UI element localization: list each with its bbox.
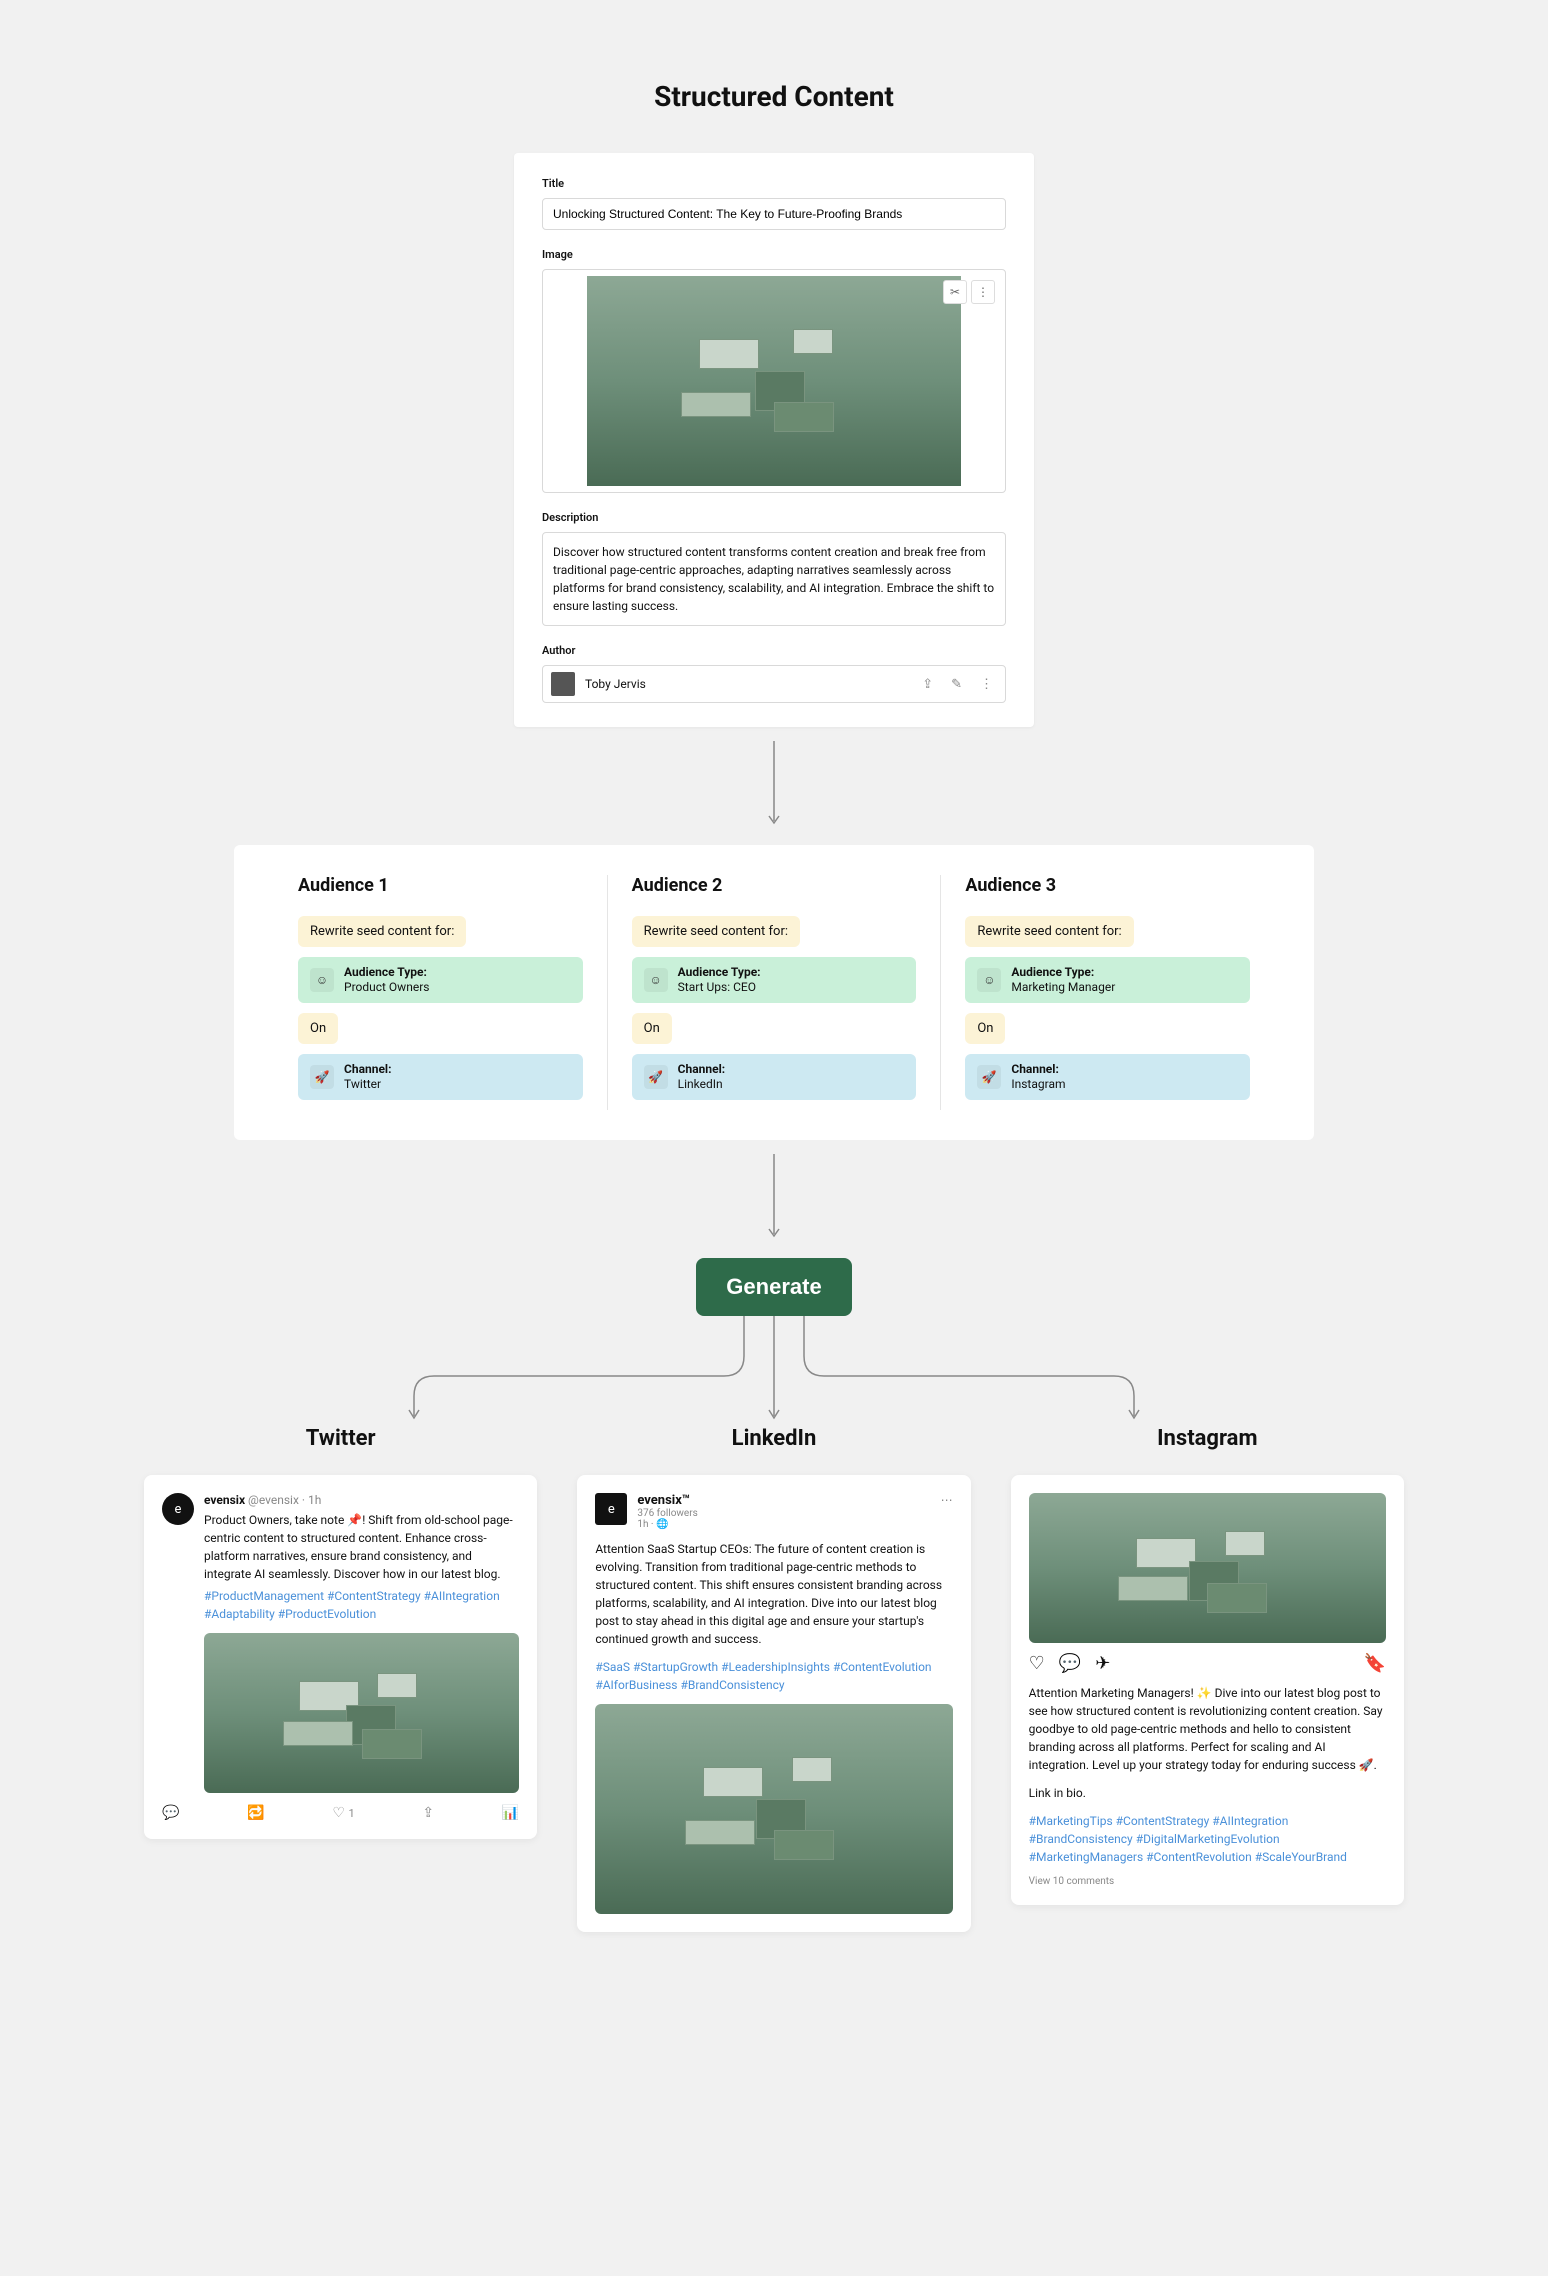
avatar: e (162, 1493, 194, 1525)
audience-col-3: Audience 3 Rewrite seed content for: ☺ A… (940, 875, 1274, 1110)
like-icon[interactable]: ♡ 1 (332, 1805, 354, 1821)
audience-heading: Audience 2 (632, 875, 917, 896)
edit-icon[interactable]: ✎ (947, 677, 966, 692)
page-title: Structured Content (654, 80, 894, 113)
outputs-row: Twitter e evensix @evensix · 1h Product … (144, 1426, 1404, 1932)
linkedin-image (595, 1704, 952, 1914)
rocket-icon: 🚀 (644, 1065, 668, 1089)
arrow-down-icon (767, 727, 781, 845)
twitter-image (204, 1633, 519, 1793)
user-icon: ☺ (310, 968, 334, 992)
linkedin-followers: 376 followers (637, 1508, 697, 1519)
audience-heading: Audience 1 (298, 875, 583, 896)
like-icon[interactable]: ♡ (1029, 1653, 1045, 1674)
hero-image (587, 276, 961, 486)
output-instagram: Instagram ♡ 💬 ✈ 🔖 Attention Marketing Ma… (1011, 1426, 1404, 1932)
twitter-body: Product Owners, take note 📌! Shift from … (204, 1511, 519, 1583)
rewrite-chip: Rewrite seed content for: (298, 916, 466, 947)
twitter-hashtags[interactable]: #ProductManagement #ContentStrategy #AII… (204, 1587, 519, 1623)
title-input[interactable] (542, 198, 1006, 230)
audience-type-chip[interactable]: ☺ Audience Type:Marketing Manager (965, 957, 1250, 1003)
instagram-link: Link in bio. (1029, 1784, 1386, 1802)
on-chip: On (965, 1013, 1005, 1044)
linkedin-card: e evensix™ 376 followers 1h · 🌐 ⋯ Attent… (577, 1475, 970, 1932)
bookmark-icon[interactable]: 🔖 (1364, 1653, 1386, 1674)
share-icon[interactable]: ✈ (1095, 1653, 1110, 1674)
linkedin-body: Attention SaaS Startup CEOs: The future … (595, 1540, 952, 1648)
share-icon[interactable]: ⇪ (422, 1805, 434, 1821)
channel-chip[interactable]: 🚀 Channel:Twitter (298, 1054, 583, 1100)
retweet-icon[interactable]: 🔁 (247, 1805, 264, 1821)
audience-col-2: Audience 2 Rewrite seed content for: ☺ A… (607, 875, 941, 1110)
author-field[interactable]: Toby Jervis ⇪ ✎ ⋮ (542, 665, 1006, 703)
title-label: Title (542, 177, 1006, 190)
channel-chip[interactable]: 🚀 Channel:Instagram (965, 1054, 1250, 1100)
audience-type-chip[interactable]: ☺ Audience Type:Start Ups: CEO (632, 957, 917, 1003)
on-chip: On (632, 1013, 672, 1044)
analytics-icon[interactable]: 📊 (502, 1805, 519, 1821)
rewrite-chip: Rewrite seed content for: (965, 916, 1133, 947)
author-label: Author (542, 644, 1006, 657)
image-label: Image (542, 248, 1006, 261)
description-label: Description (542, 511, 1006, 524)
image-field[interactable]: ✂ ⋮ (542, 269, 1006, 493)
linkedin-hashtags[interactable]: #SaaS #StartupGrowth #LeadershipInsights… (595, 1658, 952, 1694)
user-icon: ☺ (977, 968, 1001, 992)
description-input[interactable]: Discover how structured content transfor… (542, 532, 1006, 626)
output-heading: Instagram (1157, 1426, 1257, 1451)
structured-content-editor: Title Image ✂ ⋮ Description Discover how… (514, 153, 1034, 727)
author-name: Toby Jervis (585, 677, 646, 691)
audience-type-chip[interactable]: ☺ Audience Type:Product Owners (298, 957, 583, 1003)
instagram-comments[interactable]: View 10 comments (1029, 1876, 1386, 1887)
audience-panel: Audience 1 Rewrite seed content for: ☺ A… (234, 845, 1314, 1140)
rewrite-chip: Rewrite seed content for: (632, 916, 800, 947)
instagram-image (1029, 1493, 1386, 1643)
twitter-display-name: evensix (204, 1493, 245, 1507)
avatar: e (595, 1493, 627, 1525)
channel-chip[interactable]: 🚀 Channel:LinkedIn (632, 1054, 917, 1100)
more-icon[interactable]: ⋮ (971, 280, 995, 304)
more-icon[interactable]: ⋮ (976, 677, 997, 692)
user-icon: ☺ (644, 968, 668, 992)
linkedin-time: 1h · 🌐 (637, 1519, 697, 1530)
rocket-icon: 🚀 (977, 1065, 1001, 1089)
on-chip: On (298, 1013, 338, 1044)
output-twitter: Twitter e evensix @evensix · 1h Product … (144, 1426, 537, 1932)
rocket-icon: 🚀 (310, 1065, 334, 1089)
twitter-card: e evensix @evensix · 1h Product Owners, … (144, 1475, 537, 1839)
reply-icon[interactable]: 💬 (162, 1805, 179, 1821)
publish-icon[interactable]: ⇪ (918, 677, 937, 692)
audience-heading: Audience 3 (965, 875, 1250, 896)
arrow-down-icon (767, 1140, 781, 1258)
twitter-handle: @evensix · 1h (248, 1493, 321, 1507)
fanout-arrows (234, 1316, 1314, 1426)
comment-icon[interactable]: 💬 (1059, 1653, 1081, 1674)
output-heading: Twitter (306, 1426, 376, 1451)
audience-col-1: Audience 1 Rewrite seed content for: ☺ A… (274, 875, 607, 1110)
more-icon[interactable]: ⋯ (941, 1493, 953, 1507)
output-linkedin: LinkedIn e evensix™ 376 followers 1h · 🌐… (577, 1426, 970, 1932)
avatar (551, 672, 575, 696)
linkedin-display-name: evensix™ (637, 1493, 697, 1508)
instagram-hashtags[interactable]: #MarketingTips #ContentStrategy #AIInteg… (1029, 1812, 1386, 1866)
instagram-card: ♡ 💬 ✈ 🔖 Attention Marketing Managers! ✨ … (1011, 1475, 1404, 1905)
instagram-body: Attention Marketing Managers! ✨ Dive int… (1029, 1684, 1386, 1774)
output-heading: LinkedIn (732, 1426, 817, 1451)
crop-icon[interactable]: ✂ (943, 280, 967, 304)
generate-button[interactable]: Generate (696, 1258, 851, 1316)
